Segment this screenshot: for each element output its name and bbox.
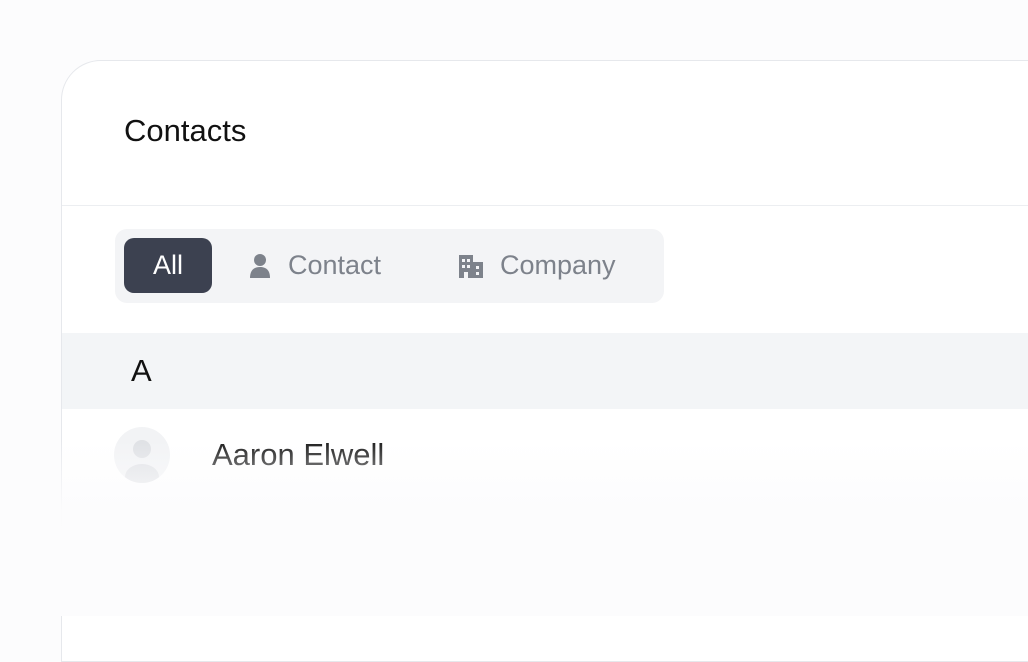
avatar-placeholder-icon — [114, 427, 170, 483]
section-header-a: A — [62, 333, 1028, 409]
contact-name: Aaron Elwell — [212, 437, 385, 472]
contact-type-filter: All Contact Company — [115, 229, 664, 303]
filter-company-label: Company — [500, 250, 616, 280]
contacts-panel: Contacts All Contact Company A Aaron Elw… — [61, 60, 1028, 662]
contact-row[interactable]: Aaron Elwell — [62, 409, 1028, 501]
section-letter: A — [131, 353, 152, 388]
filter-contact-button[interactable]: Contact — [249, 238, 381, 293]
filter-all-button[interactable]: All — [124, 238, 212, 293]
person-icon — [250, 253, 270, 278]
avatar-placeholder-icon — [114, 519, 170, 575]
building-icon — [459, 254, 483, 278]
filter-all-label: All — [152, 250, 183, 280]
panel-header: Contacts — [62, 61, 1028, 206]
page-title: Contacts — [124, 113, 247, 148]
filter-contact-label: Contact — [288, 250, 382, 280]
contact-name: Andy Smith — [212, 529, 371, 564]
filter-company-button[interactable]: Company — [459, 238, 616, 293]
contact-row[interactable]: Andy Smith — [62, 501, 1028, 593]
